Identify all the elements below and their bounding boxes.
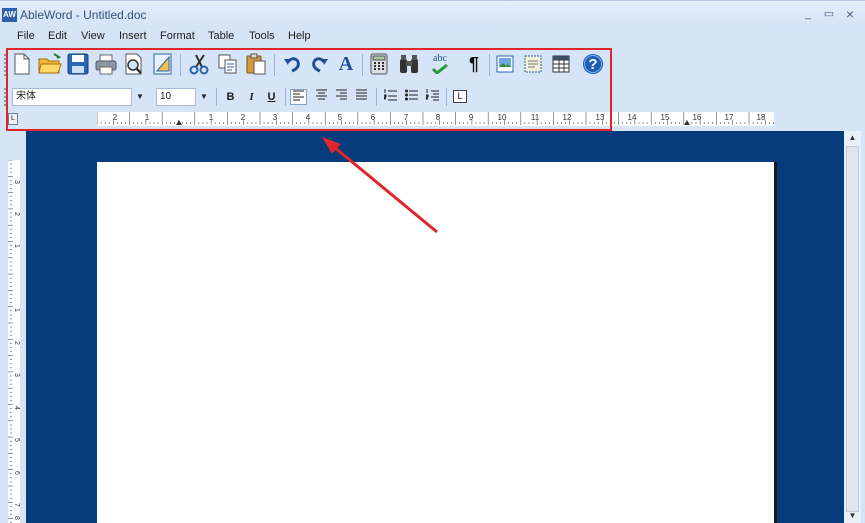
indent-marker-icon[interactable] <box>684 120 690 125</box>
vertical-ruler[interactable]: 3 2 1 1 2 3 4 5 6 7 8 <box>8 160 20 523</box>
minimize-button[interactable]: _ <box>800 6 816 22</box>
menu-help[interactable]: Help <box>288 30 311 42</box>
menu-bar: File Edit View Insert Format Table Tools… <box>0 27 865 47</box>
ruler-number: 1 <box>13 308 20 312</box>
menu-edit[interactable]: Edit <box>48 30 67 42</box>
close-button[interactable]: × <box>842 6 858 22</box>
menu-insert[interactable]: Insert <box>119 30 147 42</box>
ruler-number: 5 <box>13 438 20 442</box>
scrollbar-thumb[interactable] <box>846 146 859 512</box>
window-title: AbleWord - Untitled.doc <box>20 8 147 22</box>
menu-file[interactable]: File <box>17 30 35 42</box>
ruler-number: 15 <box>661 113 670 122</box>
ruler-number: 17 <box>725 113 734 122</box>
ruler-number: 1 <box>13 244 20 248</box>
vertical-ruler-ticks: 3 2 1 1 2 3 4 5 6 7 8 <box>8 160 20 523</box>
annotation-highlight-box <box>6 48 612 131</box>
scroll-up-icon[interactable]: ▲ <box>844 131 861 145</box>
ableword-window: AW AbleWord - Untitled.doc _ ▭ × File Ed… <box>0 0 865 523</box>
title-bar: AW AbleWord - Untitled.doc _ ▭ × <box>0 0 865 27</box>
ruler-number: 6 <box>13 471 20 475</box>
ruler-number: 7 <box>13 503 20 507</box>
ruler-number: 8 <box>13 516 20 520</box>
ruler-number: 2 <box>13 341 20 345</box>
scroll-down-icon[interactable]: ▼ <box>844 509 861 523</box>
menu-file-label: File <box>17 30 35 42</box>
maximize-button[interactable]: ▭ <box>821 6 837 22</box>
menu-tools[interactable]: Tools <box>249 30 275 42</box>
ruler-number: 2 <box>13 212 20 216</box>
ruler-number: 18 <box>757 113 766 122</box>
menu-view[interactable]: View <box>81 30 105 42</box>
ruler-number: 3 <box>13 373 20 377</box>
document-page[interactable] <box>97 162 774 523</box>
ruler-number: 14 <box>628 113 637 122</box>
menu-format[interactable]: Format <box>160 30 195 42</box>
ruler-number: 16 <box>693 113 702 122</box>
ruler-number: 4 <box>13 406 20 410</box>
menu-table[interactable]: Table <box>208 30 234 42</box>
ruler-number: 3 <box>13 180 20 184</box>
app-logo-icon: AW <box>2 8 17 22</box>
